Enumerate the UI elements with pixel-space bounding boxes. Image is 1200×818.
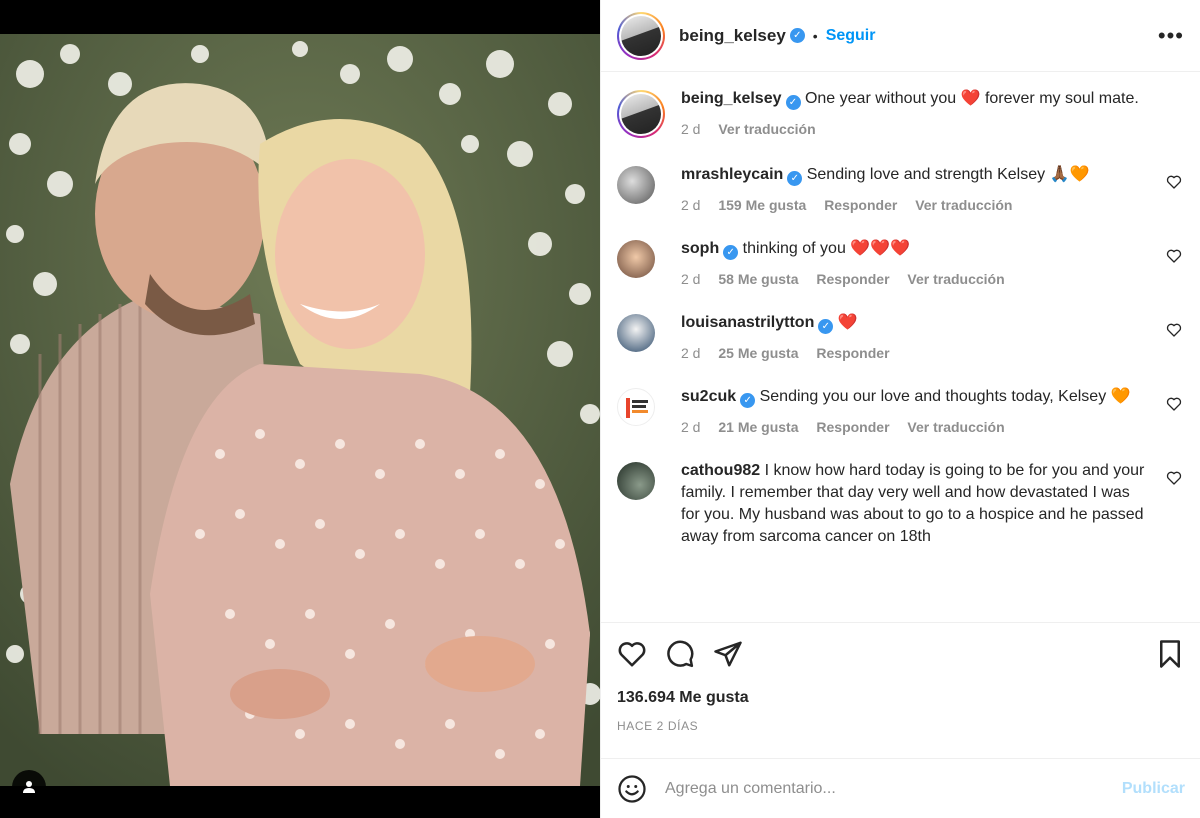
comment-username[interactable]: cathou982: [681, 462, 760, 479]
verified-icon: ✓: [785, 95, 801, 110]
comments-list[interactable]: being_kelsey ✓ One year without you ❤️ fo…: [601, 72, 1200, 622]
instagram-post-modal: being_kelsey ✓ • Seguir ••• being_kelsey…: [0, 0, 1200, 818]
heart-icon[interactable]: [1166, 396, 1182, 412]
translate-link[interactable]: Ver traducción: [907, 271, 1004, 287]
comment-input[interactable]: [665, 779, 1122, 798]
list-item: soph ✓ thinking of you ❤️❤️❤️ 2 d 58 Me g…: [617, 238, 1184, 290]
verified-icon: ✓: [723, 245, 739, 260]
list-item: su2cuk ✓ Sending you our love and thought…: [617, 386, 1184, 438]
add-comment-bar: Publicar: [601, 758, 1200, 818]
comment-icon[interactable]: [665, 639, 695, 669]
heart-icon[interactable]: [617, 639, 647, 669]
stand-up-to-cancer-logo: [626, 398, 648, 418]
post-header: being_kelsey ✓ • Seguir •••: [601, 0, 1200, 72]
verified-icon: ✓: [818, 319, 834, 334]
caption-username[interactable]: being_kelsey: [681, 90, 782, 107]
comment-text: Sending you our love and thoughts today,…: [759, 388, 1131, 405]
comment-username[interactable]: mrashleycain: [681, 166, 783, 183]
verified-icon: ✓: [740, 393, 756, 408]
author-username[interactable]: being_kelsey: [679, 26, 786, 46]
heart-icon[interactable]: [1166, 174, 1182, 190]
list-item: mrashleycain ✓ Sending love and strength …: [617, 164, 1184, 216]
verified-icon: ✓: [787, 171, 803, 186]
share-icon[interactable]: [713, 639, 743, 669]
tagged-users-button[interactable]: [12, 770, 46, 804]
commenter-avatar[interactable]: [617, 166, 655, 204]
emoji-icon[interactable]: [617, 774, 647, 804]
action-icons: [617, 623, 1185, 685]
caption-avatar[interactable]: [617, 90, 665, 138]
bookmark-icon[interactable]: [1155, 639, 1185, 669]
heart-icon[interactable]: [1166, 322, 1182, 338]
author-avatar[interactable]: [617, 11, 665, 60]
post-actions: 136.694 Me gusta HACE 2 DÍAS: [601, 622, 1200, 733]
reply-link[interactable]: Responder: [816, 419, 889, 435]
comment-text: thinking of you ❤️❤️❤️: [742, 240, 911, 257]
comment-likes[interactable]: 21 Me gusta: [718, 419, 798, 435]
more-icon[interactable]: •••: [1158, 24, 1184, 47]
user-tag-icon: [23, 781, 35, 793]
caption-text: One year without you ❤️ forever my soul …: [804, 90, 1139, 107]
comment-likes[interactable]: 58 Me gusta: [718, 271, 798, 287]
comment-username[interactable]: louisanastrilytton: [681, 314, 814, 331]
couple-photo-illustration: [0, 34, 600, 786]
list-item: cathou982 I know how hard today is going…: [617, 460, 1184, 548]
posted-time[interactable]: HACE 2 DÍAS: [617, 719, 1185, 733]
comment-body: louisanastrilytton ✓ ❤️ 2 d 25 Me gusta R…: [681, 312, 1151, 364]
caption-translate-link[interactable]: Ver traducción: [718, 121, 815, 137]
comment-username[interactable]: su2cuk: [681, 388, 736, 405]
comment-time[interactable]: 2 d: [681, 271, 700, 287]
comment-body: soph ✓ thinking of you ❤️❤️❤️ 2 d 58 Me g…: [681, 238, 1151, 290]
comment-username[interactable]: soph: [681, 240, 719, 257]
comment-meta: 2 d 21 Me gusta Responder Ver traducción: [681, 416, 1151, 438]
comment-time[interactable]: 2 d: [681, 345, 700, 361]
publish-button[interactable]: Publicar: [1122, 780, 1185, 798]
comment-likes[interactable]: 159 Me gusta: [718, 197, 806, 213]
commenter-avatar[interactable]: [617, 462, 655, 500]
caption-body: being_kelsey ✓ One year without you ❤️ fo…: [681, 88, 1151, 140]
commenter-avatar[interactable]: [617, 388, 655, 426]
commenter-avatar[interactable]: [617, 314, 655, 352]
heart-icon[interactable]: [1166, 470, 1182, 486]
verified-icon: ✓: [789, 28, 805, 43]
follow-button[interactable]: Seguir: [826, 27, 876, 45]
post-side-panel: being_kelsey ✓ • Seguir ••• being_kelsey…: [600, 0, 1200, 818]
heart-icon[interactable]: [1166, 248, 1182, 264]
reply-link[interactable]: Responder: [816, 271, 889, 287]
comment-time[interactable]: 2 d: [681, 197, 700, 213]
commenter-avatar[interactable]: [617, 240, 655, 278]
post-photo[interactable]: [0, 34, 600, 786]
caption-time[interactable]: 2 d: [681, 121, 700, 137]
comment-body: cathou982 I know how hard today is going…: [681, 460, 1151, 548]
caption-meta: 2 d Ver traducción: [681, 118, 1151, 140]
comment-text: Sending love and strength Kelsey 🙏🏾🧡: [806, 166, 1090, 183]
list-item: louisanastrilytton ✓ ❤️ 2 d 25 Me gusta R…: [617, 312, 1184, 364]
post-caption: being_kelsey ✓ One year without you ❤️ fo…: [617, 88, 1184, 140]
comment-text: ❤️: [837, 314, 858, 331]
comment-meta: 2 d 58 Me gusta Responder Ver traducción: [681, 268, 1151, 290]
comment-meta: 2 d 159 Me gusta Responder Ver traducció…: [681, 194, 1151, 216]
likes-count[interactable]: 136.694 Me gusta: [617, 689, 1185, 707]
comment-meta: 2 d 25 Me gusta Responder: [681, 342, 1151, 364]
comment-body: su2cuk ✓ Sending you our love and thought…: [681, 386, 1151, 438]
comment-time[interactable]: 2 d: [681, 419, 700, 435]
comment-likes[interactable]: 25 Me gusta: [718, 345, 798, 361]
translate-link[interactable]: Ver traducción: [915, 197, 1012, 213]
comment-body: mrashleycain ✓ Sending love and strength …: [681, 164, 1151, 216]
reply-link[interactable]: Responder: [816, 345, 889, 361]
header-dot-separator: •: [812, 27, 818, 44]
post-media: [0, 0, 600, 818]
reply-link[interactable]: Responder: [824, 197, 897, 213]
translate-link[interactable]: Ver traducción: [907, 419, 1004, 435]
